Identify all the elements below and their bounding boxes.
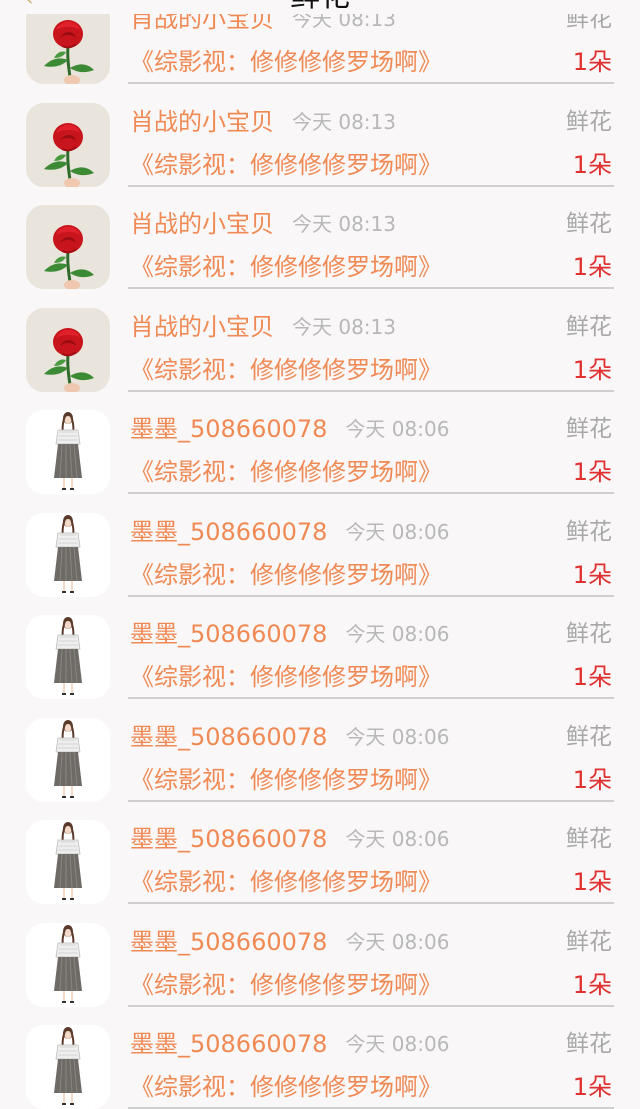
avatar[interactable] xyxy=(26,102,110,187)
gift-type: 鲜花 xyxy=(566,416,612,442)
girl-avatar-image xyxy=(26,1025,110,1109)
gift-quantity: 1朵 xyxy=(572,253,612,281)
gift-quantity: 1朵 xyxy=(572,663,612,691)
work-title[interactable]: 《综影视：修修修修罗场啊》 xyxy=(130,455,442,489)
gift-quantity: 1朵 xyxy=(572,355,612,384)
gift-time: 今天 08:13 xyxy=(292,212,396,236)
sender-name[interactable]: 墨墨_508660078 今天 08:06 xyxy=(130,516,449,548)
gift-record-row[interactable]: 墨墨_508660078 今天 08:06 鲜花《综影视：修修修修罗场啊》 1朵 xyxy=(0,801,640,904)
work-title[interactable]: 《综影视：修修修修罗场啊》 xyxy=(130,250,442,284)
sender-name[interactable]: 墨墨_508660078 今天 08:06 xyxy=(130,1028,449,1060)
gift-record-row[interactable]: 墨墨_508660078 今天 08:06 鲜花《综影视：修修修修罗场啊》 1朵 xyxy=(0,391,640,494)
sender-name-label[interactable]: 肖战的小宝贝 xyxy=(130,313,274,341)
work-title[interactable]: 《综影视：修修修修罗场啊》 xyxy=(130,763,442,797)
avatar[interactable] xyxy=(26,512,110,597)
gift-record-row[interactable]: 墨墨_508660078 今天 08:06 鲜花《综影视：修修修修罗场啊》 1朵 xyxy=(0,1006,640,1109)
gift-record-row[interactable]: 肖战的小宝贝 今天 08:13 鲜花《综影视：修修修修罗场啊》 1朵 xyxy=(0,186,640,289)
gift-record-row[interactable]: 墨墨_508660078 今天 08:06 鲜花《综影视：修修修修罗场啊》 1朵 xyxy=(0,596,640,699)
gift-time: 今天 08:13 xyxy=(292,109,396,134)
gift-quantity: 1朵 xyxy=(572,868,612,896)
work-title[interactable]: 《综影视：修修修修罗场啊》 xyxy=(130,45,442,79)
gift-quantity: 1朵 xyxy=(572,458,612,486)
girl-avatar-image xyxy=(26,922,110,1007)
sender-name-label[interactable]: 肖战的小宝贝 xyxy=(130,210,274,238)
gift-record-row[interactable]: 墨墨_508660078 今天 08:06 鲜花《综影视：修修修修罗场啊》 1朵 xyxy=(0,904,640,1007)
work-title[interactable]: 《综影视：修修修修罗场啊》 xyxy=(130,148,442,182)
gift-type: 鲜花 xyxy=(566,313,612,340)
work-title[interactable]: 《综影视：修修修修罗场啊》 xyxy=(130,353,442,387)
page-title: 鲜花 xyxy=(0,0,640,14)
sender-name-label[interactable]: 肖战的小宝贝 xyxy=(130,108,274,136)
girl-avatar-image xyxy=(26,717,110,802)
sender-name-label[interactable]: 墨墨_508660078 xyxy=(130,928,327,956)
gift-quantity: 1朵 xyxy=(572,48,612,76)
avatar[interactable] xyxy=(26,307,110,392)
rose-avatar-image xyxy=(26,307,110,392)
gift-record-row[interactable]: 墨墨_508660078 今天 08:06 鲜花《综影视：修修修修罗场啊》 1朵 xyxy=(0,699,640,802)
work-title[interactable]: 《综影视：修修修修罗场啊》 xyxy=(130,865,442,899)
avatar[interactable] xyxy=(26,615,110,699)
sender-name[interactable]: 肖战的小宝贝 今天 08:13 xyxy=(130,311,396,343)
gift-time: 今天 08:13 xyxy=(292,314,396,339)
gift-type: 鲜花 xyxy=(566,723,612,750)
gift-time: 今天 08:06 xyxy=(345,1032,450,1056)
gift-quantity: 1朵 xyxy=(572,765,612,794)
gift-quantity: 1朵 xyxy=(572,150,612,179)
avatar[interactable] xyxy=(26,410,110,494)
sender-name-label[interactable]: 墨墨_508660078 xyxy=(130,825,327,853)
gift-type: 鲜花 xyxy=(566,826,612,852)
sender-name[interactable]: 肖战的小宝贝 今天 08:13 xyxy=(130,208,396,240)
gift-type: 鲜花 xyxy=(566,108,612,135)
sender-name-label[interactable]: 墨墨_508660078 xyxy=(130,518,327,546)
avatar[interactable] xyxy=(26,922,110,1007)
sender-name[interactable]: 墨墨_508660078 今天 08:06 xyxy=(130,618,449,650)
gift-record-row[interactable]: 肖战的小宝贝 今天 08:13 鲜花《综影视：修修修修罗场啊》 1朵 xyxy=(0,84,640,187)
sender-name-label[interactable]: 墨墨_508660078 xyxy=(130,415,327,443)
gift-type: 鲜花 xyxy=(566,518,612,545)
avatar[interactable] xyxy=(26,717,110,802)
sender-name-label[interactable]: 墨墨_508660078 xyxy=(130,1030,327,1058)
girl-avatar-image xyxy=(26,512,110,597)
gift-time: 今天 08:06 xyxy=(345,929,450,954)
work-title[interactable]: 《综影视：修修修修罗场啊》 xyxy=(130,1070,442,1104)
rose-avatar-image xyxy=(26,102,110,187)
sender-name[interactable]: 墨墨_508660078 今天 08:06 xyxy=(130,721,449,753)
gift-time: 今天 08:06 xyxy=(345,622,450,646)
gift-type: 鲜花 xyxy=(566,621,612,647)
gift-time: 今天 08:06 xyxy=(345,519,450,544)
gift-quantity: 1朵 xyxy=(572,1073,612,1101)
nav-bar: ‹ 鲜花 xyxy=(0,0,640,14)
rose-avatar-image xyxy=(26,205,110,289)
avatar[interactable] xyxy=(26,820,110,904)
sender-name[interactable]: 墨墨_508660078 今天 08:06 xyxy=(130,926,449,958)
gift-quantity: 1朵 xyxy=(572,970,612,999)
girl-avatar-image xyxy=(26,410,110,494)
avatar[interactable] xyxy=(26,1025,110,1109)
gift-type: 鲜花 xyxy=(566,928,612,955)
gift-record-row[interactable]: 肖战的小宝贝 今天 08:13 鲜花《综影视：修修修修罗场啊》 1朵 xyxy=(0,289,640,392)
girl-avatar-image xyxy=(26,615,110,699)
work-title[interactable]: 《综影视：修修修修罗场啊》 xyxy=(130,660,442,694)
gift-type: 鲜花 xyxy=(566,1031,612,1057)
gift-record-row[interactable]: 墨墨_508660078 今天 08:06 鲜花《综影视：修修修修罗场啊》 1朵 xyxy=(0,494,640,597)
sender-name-label[interactable]: 墨墨_508660078 xyxy=(130,723,327,751)
girl-avatar-image xyxy=(26,820,110,904)
avatar[interactable] xyxy=(26,205,110,289)
gift-quantity: 1朵 xyxy=(572,560,612,589)
sender-name[interactable]: 墨墨_508660078 今天 08:06 xyxy=(130,823,449,855)
gift-time: 今天 08:06 xyxy=(345,827,450,851)
work-title[interactable]: 《综影视：修修修修罗场啊》 xyxy=(130,968,442,1002)
sender-name[interactable]: 墨墨_508660078 今天 08:06 xyxy=(130,413,449,445)
sender-name[interactable]: 肖战的小宝贝 今天 08:13 xyxy=(130,106,396,138)
sender-name-label[interactable]: 墨墨_508660078 xyxy=(130,620,327,648)
work-title[interactable]: 《综影视：修修修修罗场啊》 xyxy=(130,558,442,592)
gift-type: 鲜花 xyxy=(566,211,612,237)
gift-time: 今天 08:06 xyxy=(345,724,450,749)
gift-time: 今天 08:06 xyxy=(345,417,450,441)
